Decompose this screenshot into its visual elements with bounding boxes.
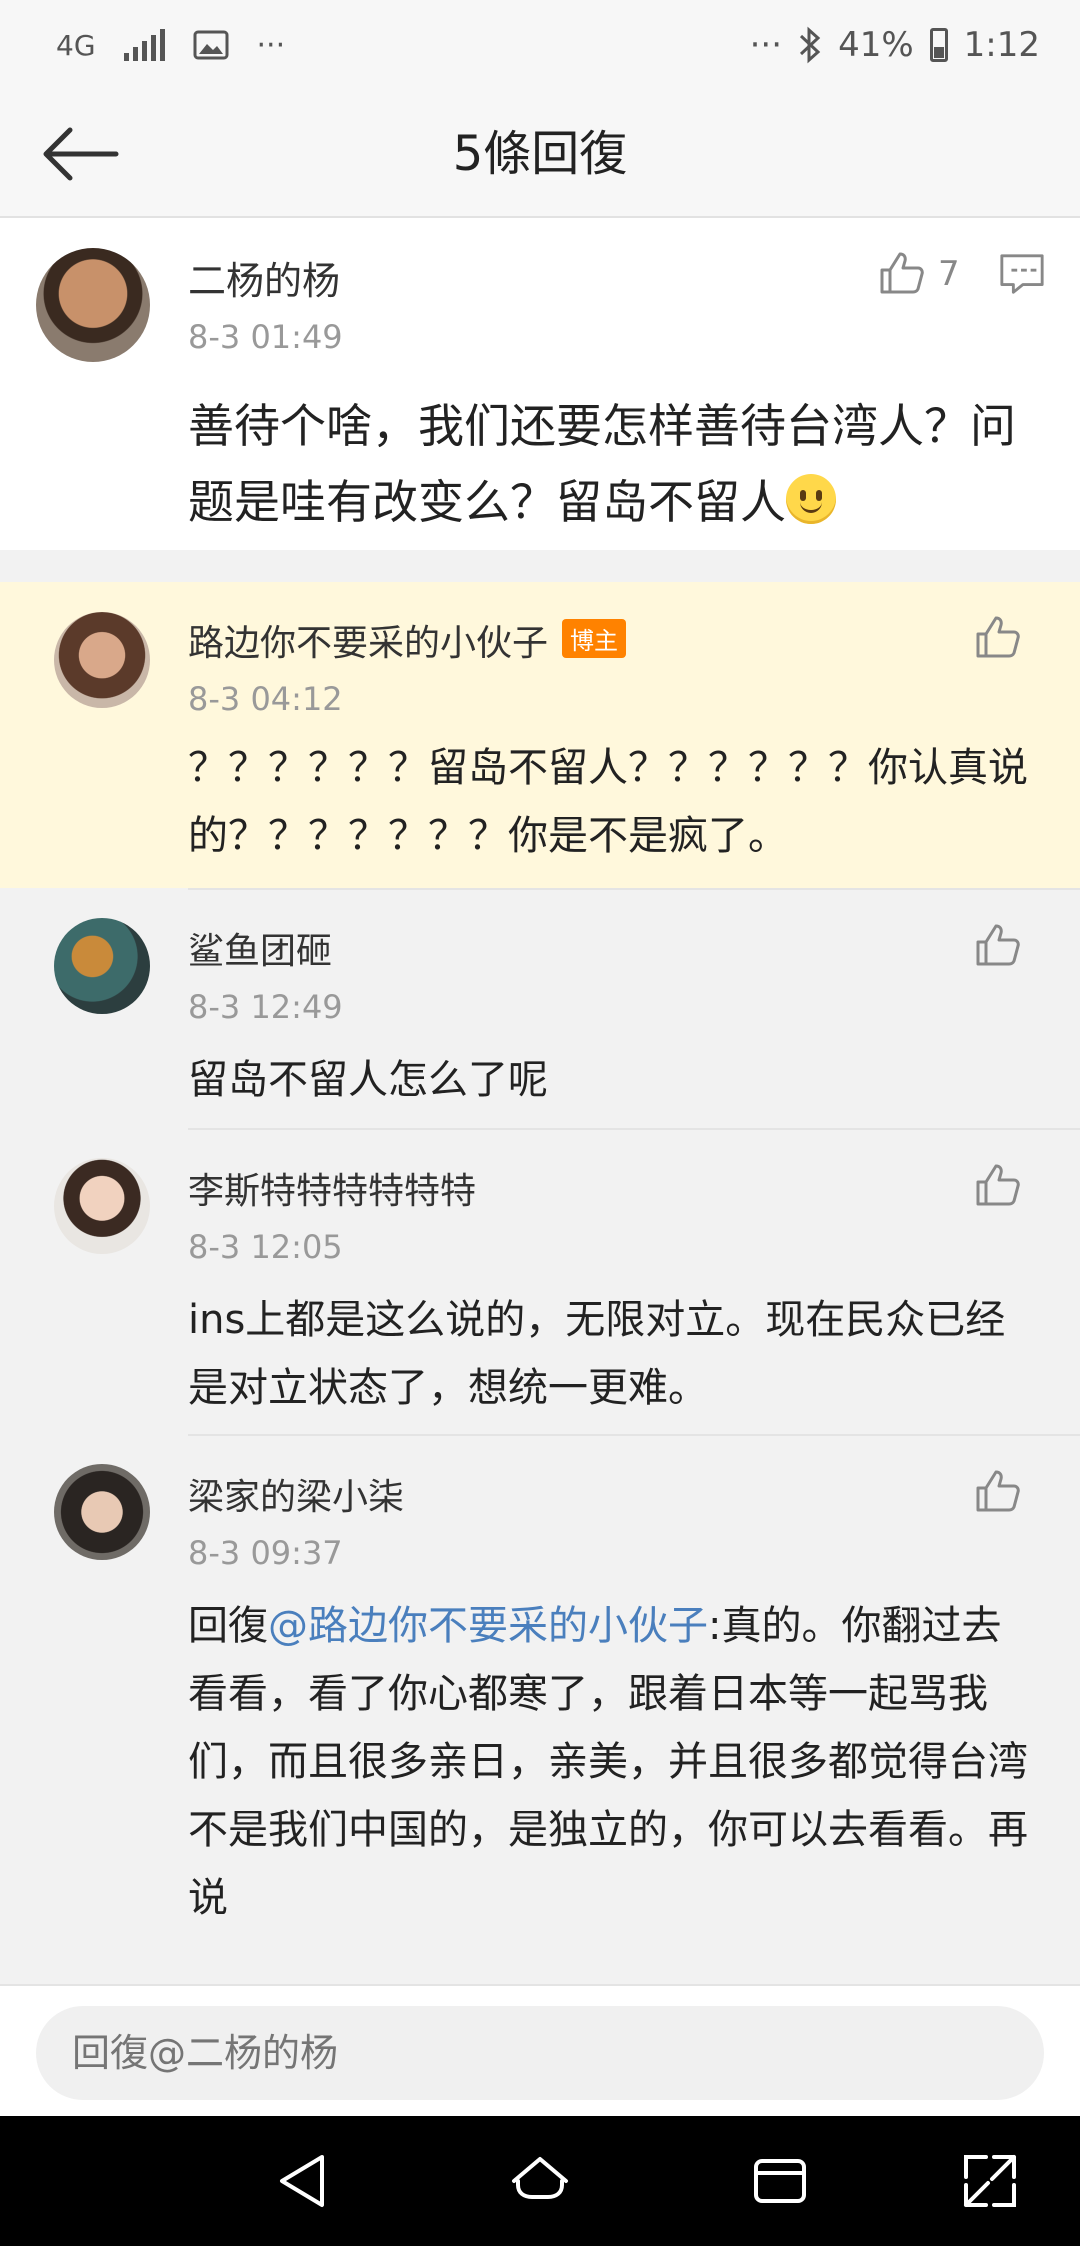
status-bar: 4G ··· ··· 41% 1:12 (0, 0, 1080, 92)
reply-item: 梁家的梁小柒 8-3 09:37 回復@路边你不要采的小伙子:真的。你翻过去看看… (0, 1434, 1080, 1954)
bluetooth-icon (800, 26, 821, 64)
reply-text: ins上都是这么说的，无限对立。现在民众已经是对立状态了，想统一更难。 (188, 1297, 1006, 1411)
avatar[interactable] (36, 248, 150, 362)
image-icon (193, 30, 229, 60)
divider (188, 1434, 1080, 1436)
thumbs-up-icon[interactable] (972, 1160, 1022, 1210)
smile-emoji-icon (786, 474, 836, 524)
avatar[interactable] (54, 1464, 150, 1560)
comment-time: 8-3 01:49 (188, 318, 343, 356)
reply-bar (0, 1984, 1080, 2118)
username[interactable]: 李斯特特特特特特 (188, 1162, 476, 1214)
recents-icon[interactable] (748, 2149, 812, 2213)
triangle-back-icon[interactable] (270, 2149, 334, 2213)
comment-text: 善待个啥，我们还要怎样善待台湾人？问题是哇有改变么？留岛不留人 (188, 399, 1016, 529)
avatar[interactable] (54, 1158, 150, 1254)
avatar[interactable] (54, 612, 150, 708)
reply-time: 8-3 04:12 (188, 680, 343, 718)
more-left-indicator: ··· (256, 27, 286, 63)
reply-text: ？？？？？？留岛不留人？？？？？？你认真说的？？？？？？？你是不是疯了。 (188, 745, 1028, 859)
header: 5條回復 (0, 92, 1080, 218)
more-right-indicator: ··· (749, 25, 783, 65)
divider (188, 888, 1080, 890)
username[interactable]: 梁家的梁小柒 (188, 1468, 404, 1520)
reply-body: :真的。你翻过去看看，看了你心都寒了，跟着日本等一起骂我们，而且很多亲日，亲美，… (188, 1603, 1028, 1921)
like-count: 7 (938, 254, 960, 294)
reply-prefix: 回復 (188, 1603, 268, 1649)
mention-link[interactable]: @路边你不要采的小伙子 (268, 1603, 708, 1649)
reply-item: 李斯特特特特特特 8-3 12:05 ins上都是这么说的，无限对立。现在民众已… (0, 1128, 1080, 1434)
clock: 1:12 (963, 25, 1040, 65)
battery-percent: 41% (838, 25, 914, 65)
reply-time: 8-3 09:37 (188, 1534, 343, 1572)
battery-icon (929, 28, 948, 62)
page-title: 5條回復 (452, 126, 628, 182)
reply-text: 回復@路边你不要采的小伙子:真的。你翻过去看看，看了你心都寒了，跟着日本等一起骂… (188, 1592, 1028, 1932)
thumbs-up-icon[interactable] (972, 1466, 1022, 1516)
author-badge: 博主 (562, 619, 627, 658)
comment-text-block: 善待个啥，我们还要怎样善待台湾人？问题是哇有改变么？留岛不留人 (188, 388, 1028, 540)
avatar[interactable] (54, 918, 150, 1014)
reply-time: 8-3 12:05 (188, 1228, 343, 1266)
thumbs-up-icon[interactable] (972, 920, 1022, 970)
username[interactable]: 路边你不要采的小伙子 博主 (188, 614, 627, 666)
divider (188, 1128, 1080, 1130)
reply-item: 路边你不要采的小伙子 博主 8-3 04:12 ？？？？？？留岛不留人？？？？？？… (0, 582, 1080, 888)
thumbs-up-icon[interactable] (876, 248, 926, 298)
main-comment: 二杨的杨 8-3 01:49 7 善待个啥，我们还要怎样善待台湾人？问题是哇有改… (0, 218, 1080, 550)
signal-icon (123, 29, 165, 61)
home-icon[interactable] (508, 2149, 572, 2213)
comment-icon[interactable] (998, 250, 1046, 298)
reply-text: 留岛不留人怎么了呢 (188, 1057, 548, 1103)
network-indicator: 4G (56, 28, 96, 62)
username[interactable]: 二杨的杨 (188, 250, 340, 305)
thumbs-up-icon[interactable] (972, 612, 1022, 662)
system-nav-bar (0, 2116, 1080, 2246)
reply-input[interactable] (36, 2006, 1044, 2100)
expand-icon[interactable] (958, 2149, 1022, 2213)
reply-item: 鲨鱼团砸 8-3 12:49 留岛不留人怎么了呢 (0, 888, 1080, 1128)
reply-time: 8-3 12:49 (188, 988, 343, 1026)
username[interactable]: 鲨鱼团砸 (188, 922, 332, 974)
